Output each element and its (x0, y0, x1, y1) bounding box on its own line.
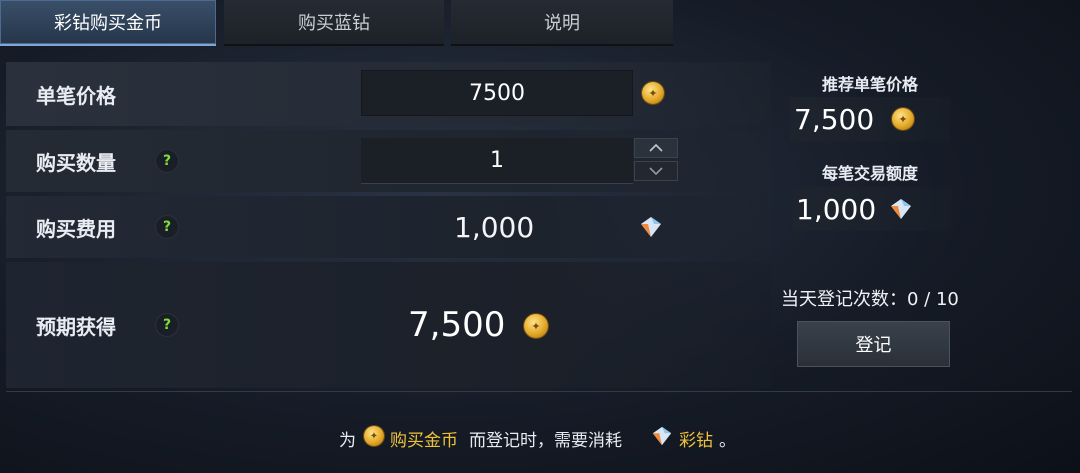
tab-buy-blue-diamond[interactable]: 购买蓝钻 (224, 0, 444, 46)
footer-notice: 为 ✦ 购买金币 而登记时，需要消耗 彩钻 。 (0, 420, 1080, 454)
expected-row: 预期获得 ? 7,500 ✦ (6, 262, 771, 388)
cost-label: 购买费用 (36, 216, 116, 241)
expected-label: 预期获得 (36, 314, 116, 339)
cost-row: 购买费用 ? 1,000 (6, 196, 771, 258)
unit-price-row: 单笔价格 7500 ✦ (6, 62, 771, 126)
help-icon[interactable]: ? (156, 216, 178, 238)
quantity-input[interactable]: 1 (361, 138, 633, 184)
help-icon[interactable]: ? (156, 314, 178, 336)
per-trade-limit-value: 1,000 (796, 192, 877, 226)
chevron-down-icon (649, 167, 663, 175)
recommended-price-label: 推荐单笔价格 (822, 75, 919, 94)
unit-price-label: 单笔价格 (36, 83, 116, 108)
quantity-label: 购买数量 (36, 150, 116, 175)
tab-bar: 彩钻购买金币 购买蓝钻 说明 (0, 0, 680, 46)
chevron-up-icon (649, 144, 663, 152)
gold-coin-icon: ✦ (524, 314, 548, 338)
footer-suffix: 。 (719, 431, 736, 451)
per-trade-limit-label: 每笔交易额度 (822, 164, 919, 183)
gold-coin-icon: ✦ (642, 82, 664, 104)
help-icon[interactable]: ? (156, 150, 178, 172)
recommended-price-value: 7,500 (794, 102, 875, 136)
footer-buy-gold-text: 购买金币 (390, 431, 458, 451)
daily-register-count: 当天登记次数：0 / 10 (781, 285, 959, 311)
quantity-decrease-button[interactable] (634, 161, 678, 181)
color-diamond-icon (889, 197, 913, 221)
quantity-row: 购买数量 ? 1 (6, 130, 771, 192)
color-diamond-icon (651, 425, 673, 447)
footer-middle-text: 而登记时，需要消耗 (469, 431, 622, 451)
divider (6, 391, 1072, 392)
gold-coin-icon: ✦ (892, 108, 914, 130)
recommended-price-box: 7,500 ✦ (790, 97, 950, 141)
tab-instructions[interactable]: 说明 (451, 0, 673, 46)
unit-price-input[interactable]: 7500 (361, 70, 633, 116)
footer-prefix: 为 (339, 431, 356, 451)
tab-color-diamond-buy-gold[interactable]: 彩钻购买金币 (0, 0, 216, 46)
daily-register-value: 0 / 10 (907, 289, 959, 310)
expected-value: 7,500 (408, 305, 506, 345)
footer-color-diamond-text: 彩钻 (679, 431, 713, 451)
daily-register-label: 当天登记次数： (781, 289, 907, 310)
register-button[interactable]: 登记 (797, 321, 950, 367)
cost-value: 1,000 (454, 210, 535, 244)
per-trade-limit-box: 1,000 (792, 187, 952, 231)
color-diamond-icon (639, 215, 663, 239)
gold-coin-icon: ✦ (364, 426, 384, 446)
quantity-increase-button[interactable] (634, 138, 678, 158)
